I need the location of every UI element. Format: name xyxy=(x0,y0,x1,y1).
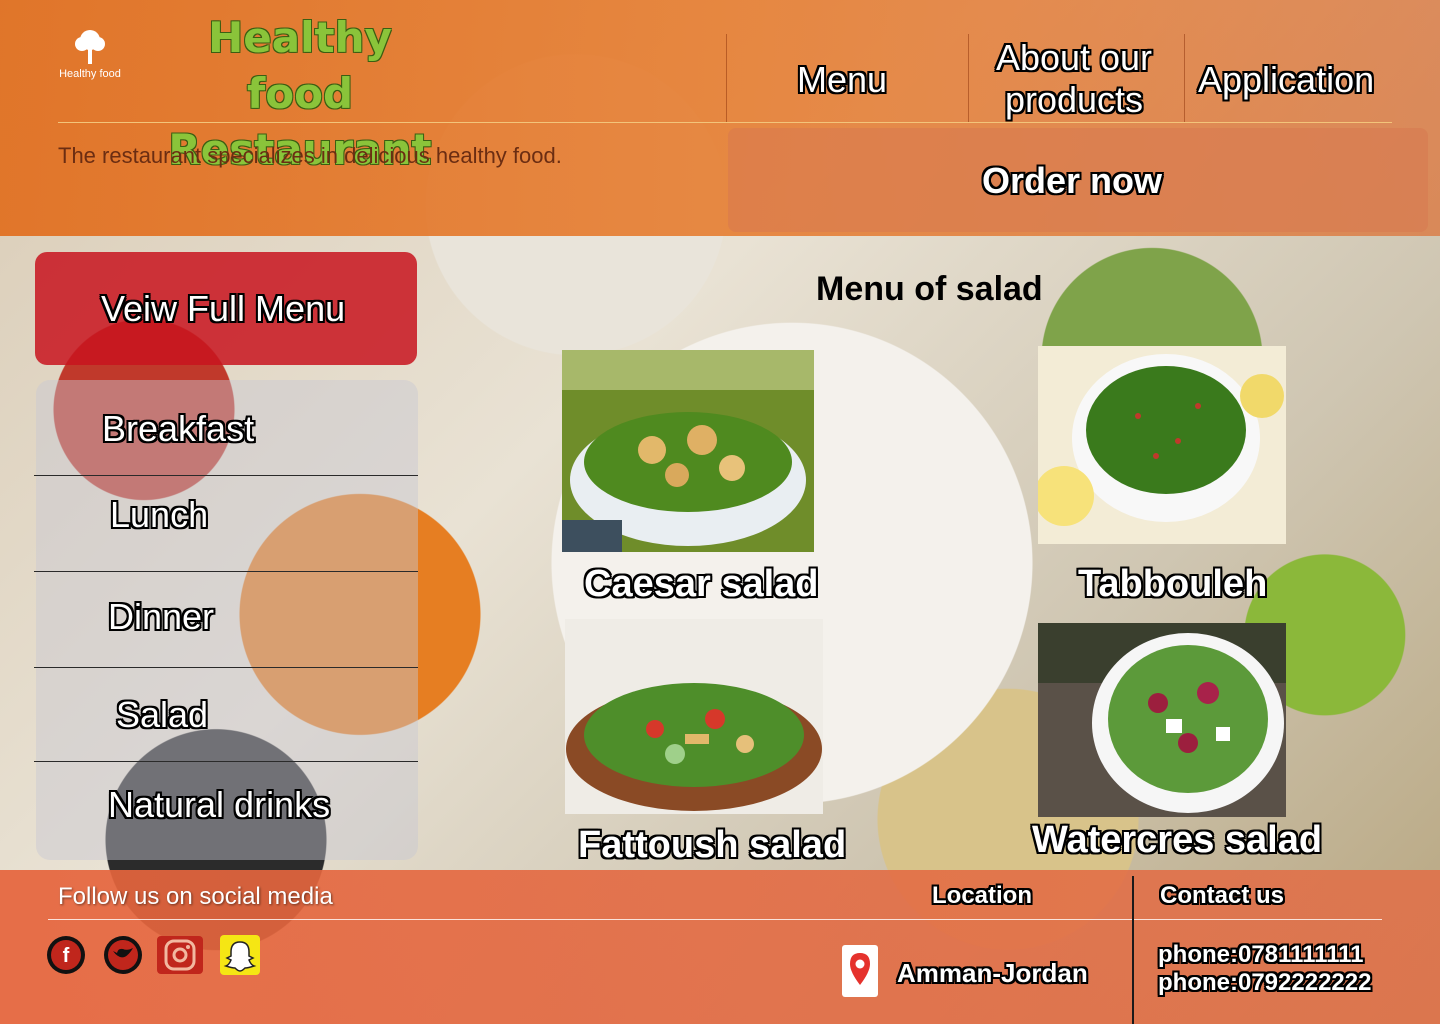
category-natural-drinks[interactable]: Natural drinks xyxy=(36,764,422,860)
category-list: Breakfast Lunch Dinner Salad Natural dri… xyxy=(34,380,418,860)
location-pin-icon xyxy=(842,945,878,997)
category-dinner[interactable]: Dinner xyxy=(34,572,422,668)
tabbouleh-image xyxy=(1038,346,1286,544)
phone-2[interactable]: phone:0792222222 xyxy=(1158,969,1371,997)
dish-name: Watercres salad xyxy=(1032,819,1323,861)
dish-name: Fattoush salad xyxy=(578,824,847,866)
category-label: Breakfast xyxy=(102,408,255,449)
follow-us-text: Follow us on social media xyxy=(58,883,333,910)
svg-text:f: f xyxy=(63,945,70,967)
dish-name: Caesar salad xyxy=(584,563,819,605)
header-divider xyxy=(58,122,1392,123)
salad-menu-title: Menu of salad xyxy=(816,270,1043,308)
logo[interactable]: Healthy food xyxy=(50,26,130,86)
twitter-icon[interactable] xyxy=(103,935,143,975)
nav-application[interactable]: Application xyxy=(1198,59,1374,101)
phone-1[interactable]: phone:0781111111 xyxy=(1158,941,1364,969)
nav-about-products[interactable]: About our products xyxy=(990,37,1158,121)
dish-name: Tabbouleh xyxy=(1078,563,1268,605)
tagline: The restaurant specializes in delicious … xyxy=(58,143,562,168)
fattoush-salad-image xyxy=(565,619,823,814)
contact-title: Contact us xyxy=(1160,882,1285,909)
category-label: Salad xyxy=(116,694,209,735)
category-salad[interactable]: Salad xyxy=(34,666,422,762)
order-now-button[interactable]: Order now xyxy=(982,160,1162,202)
nav-about-line-2: products xyxy=(1004,79,1144,120)
caesar-salad-image xyxy=(562,350,814,552)
watercres-salad-image xyxy=(1038,623,1286,817)
nav-divider xyxy=(726,34,727,122)
location-title: Location xyxy=(932,882,1032,909)
brand-line-1: Healthy food xyxy=(208,13,392,118)
instagram-icon[interactable] xyxy=(156,935,204,975)
logo-caption: Healthy food xyxy=(59,68,121,80)
category-label: Natural drinks xyxy=(108,784,331,825)
view-full-menu-button[interactable]: Veiw Full Menu xyxy=(35,252,417,365)
view-full-menu-label: Veiw Full Menu xyxy=(101,288,346,329)
facebook-icon[interactable]: f xyxy=(46,935,86,975)
footer-vertical-divider xyxy=(1132,876,1134,1024)
category-label: Dinner xyxy=(108,596,215,637)
nav-divider xyxy=(968,34,969,122)
nav-divider xyxy=(1184,34,1185,122)
nav-about-line-1: About our xyxy=(995,37,1153,78)
category-lunch[interactable]: Lunch xyxy=(34,476,422,572)
location-text: Amman-Jordan xyxy=(897,958,1088,988)
category-label: Lunch xyxy=(110,494,209,535)
footer-divider xyxy=(48,919,1382,920)
divider xyxy=(34,761,418,762)
nav-menu[interactable]: Menu xyxy=(797,59,887,101)
tree-logo-icon xyxy=(75,30,105,64)
category-breakfast[interactable]: Breakfast xyxy=(34,380,422,476)
snapchat-icon[interactable] xyxy=(220,935,260,975)
